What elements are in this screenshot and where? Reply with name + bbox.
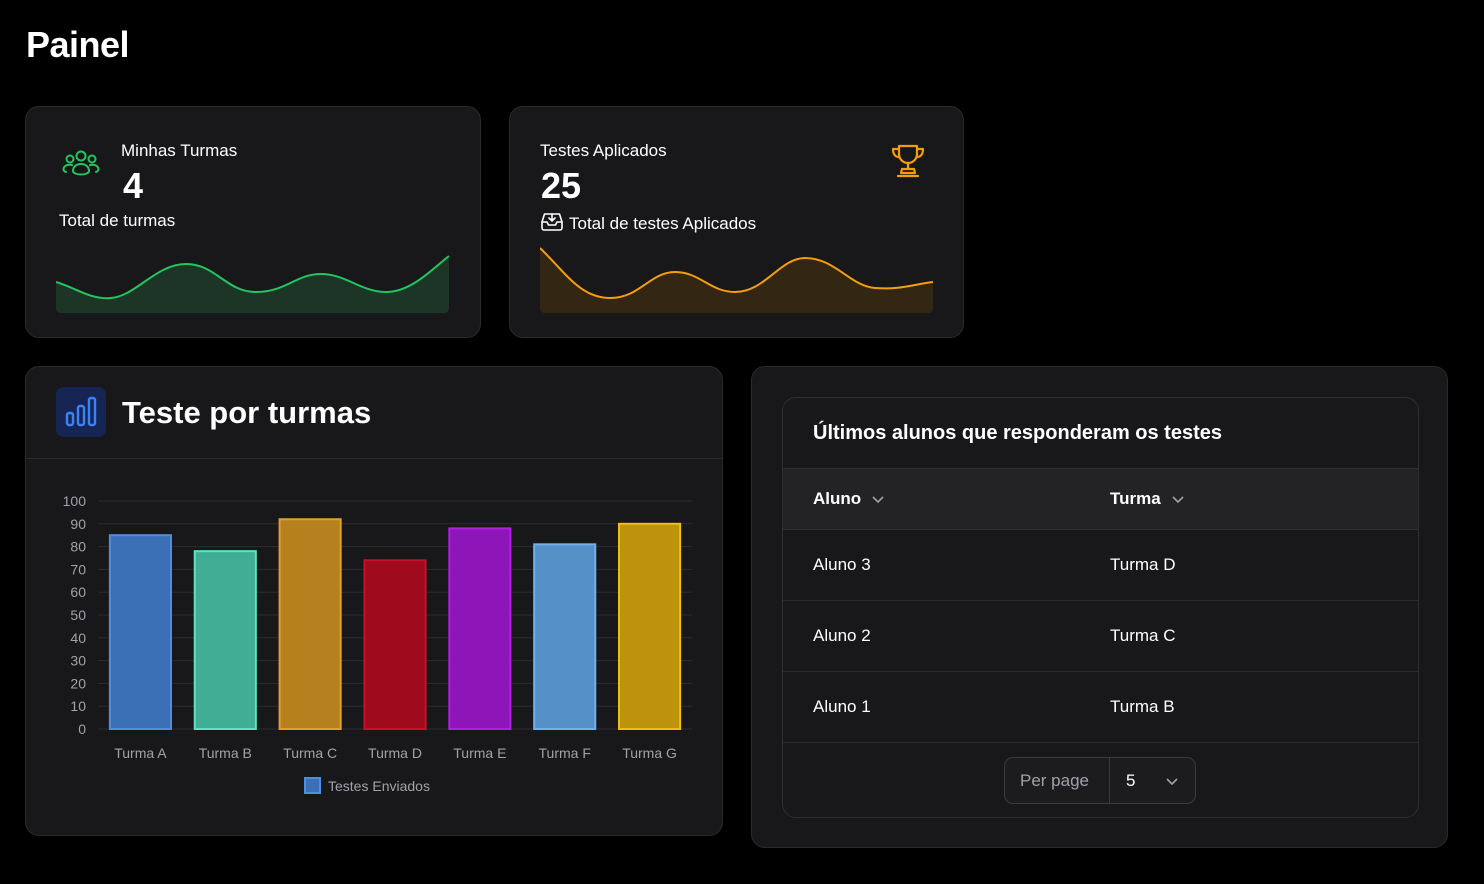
x-tick-label: Turma C — [283, 745, 337, 761]
chevron-down-icon — [1165, 771, 1179, 791]
cell-turma: Turma B — [1110, 697, 1175, 716]
students-table: Últimos alunos que responderam os testes… — [782, 397, 1419, 818]
y-tick-label: 10 — [70, 698, 86, 714]
stat-title: Testes Aplicados — [540, 141, 667, 160]
cell-aluno: Aluno 1 — [813, 697, 871, 716]
chart-header: Teste por turmas — [26, 367, 722, 459]
sparkline-turmas — [56, 255, 450, 313]
bar — [533, 543, 597, 730]
x-tick-label: Turma F — [539, 745, 591, 761]
chart-title: Teste por turmas — [122, 395, 372, 430]
table-row[interactable]: Aluno 3 Turma D — [783, 530, 1418, 601]
users-icon — [62, 147, 100, 186]
x-tick-label: Turma A — [114, 745, 167, 761]
bar — [448, 527, 512, 730]
y-tick-label: 30 — [70, 653, 86, 669]
stat-card-testes: Testes Aplicados 25 Total de testes Apli… — [509, 106, 964, 338]
bar — [108, 534, 172, 730]
bar-chart-icon — [56, 387, 106, 437]
x-tick-label: Turma E — [453, 745, 506, 761]
stat-value: 25 — [541, 165, 582, 206]
bar — [618, 522, 682, 730]
table-header-row: Aluno Turma — [783, 469, 1418, 530]
cell-turma: Turma D — [1110, 555, 1176, 574]
stat-card-turmas: Minhas Turmas 4 Total de turmas — [25, 106, 481, 338]
legend-swatch — [304, 777, 321, 794]
chevron-down-icon — [1171, 489, 1185, 509]
stat-subtitle-text: Total de turmas — [59, 211, 176, 230]
cell-aluno: Aluno 2 — [813, 626, 871, 645]
stat-subtitle-text: Total de testes Aplicados — [569, 213, 757, 233]
trophy-icon — [890, 143, 926, 186]
bar — [363, 559, 427, 730]
y-tick-label: 80 — [70, 539, 86, 555]
chevron-down-icon — [871, 489, 885, 509]
y-tick-label: 60 — [70, 584, 86, 600]
bar — [278, 518, 342, 730]
bar — [193, 550, 257, 730]
y-tick-label: 0 — [78, 721, 86, 737]
y-tick-label: 100 — [63, 493, 87, 509]
column-header-label: Aluno — [813, 489, 862, 508]
x-tick-label: Turma D — [368, 745, 422, 761]
stat-subtitle: Total de testes Aplicados — [541, 211, 756, 236]
per-page-value-text: 5 — [1126, 770, 1136, 790]
table-card: Últimos alunos que responderam os testes… — [751, 366, 1448, 848]
column-header-aluno[interactable]: Aluno — [813, 489, 885, 509]
stat-subtitle: Total de turmas — [59, 211, 175, 231]
column-header-turma[interactable]: Turma — [1110, 489, 1185, 509]
inbox-download-icon — [541, 211, 563, 236]
y-tick-label: 40 — [70, 630, 86, 646]
bar-chart: 0 10 20 30 40 50 60 70 80 90 100 Turma A Turma B Turm… — [63, 493, 692, 794]
stat-value: 4 — [123, 165, 144, 206]
column-header-label: Turma — [1110, 489, 1161, 508]
table-row[interactable]: Aluno 2 Turma C — [783, 601, 1418, 672]
y-tick-label: 70 — [70, 561, 86, 577]
cell-aluno: Aluno 3 — [813, 555, 871, 574]
per-page-value[interactable]: 5 — [1110, 771, 1195, 791]
cell-turma: Turma C — [1110, 626, 1176, 645]
per-page-select[interactable]: Per page 5 — [1004, 757, 1196, 804]
chart-card: Teste por turmas 0 10 20 30 40 50 60 70 80 90 100 T… — [25, 366, 723, 836]
x-tick-label: Turma B — [199, 745, 252, 761]
x-tick-label: Turma G — [622, 745, 677, 761]
y-tick-label: 20 — [70, 675, 86, 691]
stat-title: Minhas Turmas — [121, 141, 238, 160]
y-tick-label: 50 — [70, 607, 86, 623]
table-row[interactable]: Aluno 1 Turma B — [783, 672, 1418, 743]
y-tick-label: 90 — [70, 516, 86, 532]
page-title: Painel — [26, 24, 130, 65]
table-heading: Últimos alunos que responderam os testes — [783, 398, 1418, 469]
per-page-label: Per page — [1005, 758, 1110, 803]
legend-label: Testes Enviados — [328, 778, 430, 794]
sparkline-testes — [540, 247, 934, 313]
